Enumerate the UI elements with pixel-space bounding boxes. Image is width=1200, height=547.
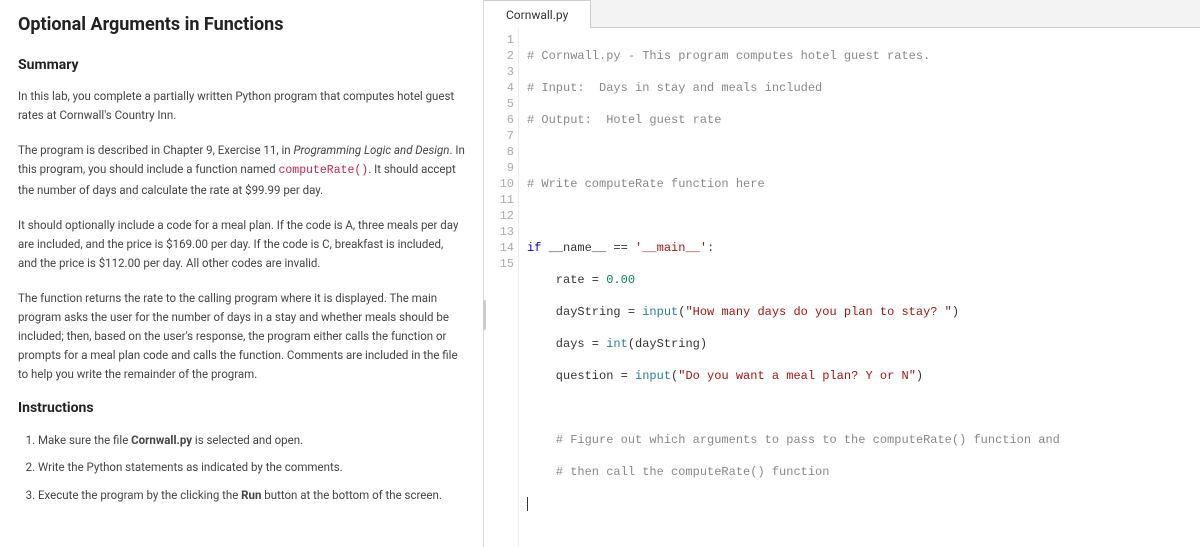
gutter-line: 11 [494,192,514,208]
gutter-line: 8 [494,144,514,160]
gutter-line: 13 [494,224,514,240]
text-run: Make sure the file [38,433,131,447]
code-line[interactable]: # Write computeRate function here [527,176,1192,192]
token-comment: # Input: Days in stay and meals included [527,81,822,95]
summary-para-3: It should optionally include a code for … [18,216,465,273]
code-line[interactable] [527,144,1192,160]
text-run: Execute the program by the clicking the [38,488,241,502]
summary-para-2: The program is described in Chapter 9, E… [18,141,465,200]
code-inline: computeRate() [278,164,368,177]
instruction-item: Execute the program by the clicking the … [38,485,465,507]
summary-para-1: In this lab, you complete a partially wr… [18,87,465,125]
code-editor[interactable]: 123456789101112131415 # Cornwall.py - Th… [484,28,1200,547]
token-string: "Do you want a meal plan? Y or N" [678,369,916,383]
code-line[interactable]: days = int(dayString) [527,336,1192,352]
code-line[interactable]: # Output: Hotel guest rate [527,112,1192,128]
token-builtin: input [642,305,678,319]
code-line[interactable]: question = input("Do you want a meal pla… [527,368,1192,384]
token-string: '__main__' [635,241,707,255]
token-comment: # Write computeRate function here [527,177,765,191]
token: rate = [527,273,606,287]
code-line[interactable]: dayString = input("How many days do you … [527,304,1192,320]
code-line[interactable]: if __name__ == '__main__': [527,240,1192,256]
gutter-line: 1 [494,32,514,48]
instructions-list: Make sure the file Cornwall.py is select… [18,430,465,508]
tab-bar: Cornwall.py [484,0,1200,28]
token: ) [952,305,959,319]
token: question = [527,369,635,383]
code-line[interactable]: rate = 0.00 [527,272,1192,288]
token: (dayString) [628,337,707,351]
code-line[interactable]: # Figure out which arguments to pass to … [527,432,1192,448]
instructions-panel: Optional Arguments in Functions Summary … [0,0,484,547]
gutter-line: 10 [494,176,514,192]
token: days = [527,337,606,351]
text-run: In this lab, you complete a partially wr… [18,89,454,122]
text-run: The program is described in Chapter 9, E… [18,143,293,157]
code-line[interactable] [527,496,1192,512]
code-line[interactable]: # Cornwall.py - This program computes ho… [527,48,1192,64]
code-line[interactable]: # Input: Days in stay and meals included [527,80,1192,96]
token-comment: # Figure out which arguments to pass to … [527,433,1060,447]
token-comment: # then call the computeRate() function [527,465,829,479]
tab-cornwall[interactable]: Cornwall.py [484,0,591,28]
token: : [707,241,714,255]
token-keyword: if [527,241,541,255]
summary-para-4: The function returns the rate to the cal… [18,289,465,384]
gutter-line: 7 [494,128,514,144]
gutter-line: 5 [494,96,514,112]
gutter: 123456789101112131415 [484,28,519,547]
summary-heading: Summary [18,57,465,73]
instruction-item: Make sure the file Cornwall.py is select… [38,430,465,452]
run-label: Run [241,488,261,502]
token: ) [916,369,923,383]
gutter-line: 2 [494,48,514,64]
token-builtin: input [635,369,671,383]
token: dayString = [527,305,642,319]
code-line[interactable] [527,400,1192,416]
gutter-line: 12 [494,208,514,224]
instructions-heading: Instructions [18,400,465,416]
page-title: Optional Arguments in Functions [18,14,465,35]
instruction-item: Write the Python statements as indicated… [38,457,465,479]
token-number: 0.00 [606,273,635,287]
gutter-line: 9 [494,160,514,176]
token-comment: # Cornwall.py - This program computes ho… [527,49,930,63]
token: __name__ == [541,241,635,255]
text-run: is selected and open. [192,433,303,447]
token-comment: # Output: Hotel guest rate [527,113,721,127]
gutter-line: 14 [494,240,514,256]
cursor [527,497,528,511]
gutter-line: 3 [494,64,514,80]
code-line[interactable]: # then call the computeRate() function [527,464,1192,480]
gutter-line: 15 [494,256,514,272]
filename: Cornwall.py [131,433,192,447]
book-title: Programming Logic and Design [293,143,449,157]
code-content[interactable]: # Cornwall.py - This program computes ho… [519,28,1200,547]
editor-panel: Cornwall.py 123456789101112131415 # Corn… [484,0,1200,547]
code-line[interactable] [527,208,1192,224]
token-builtin: int [606,337,628,351]
gutter-line: 6 [494,112,514,128]
token-string: "How many days do you plan to stay? " [685,305,951,319]
text-run: button at the bottom of the screen. [261,488,441,502]
resize-handle[interactable] [483,300,486,330]
gutter-line: 4 [494,80,514,96]
